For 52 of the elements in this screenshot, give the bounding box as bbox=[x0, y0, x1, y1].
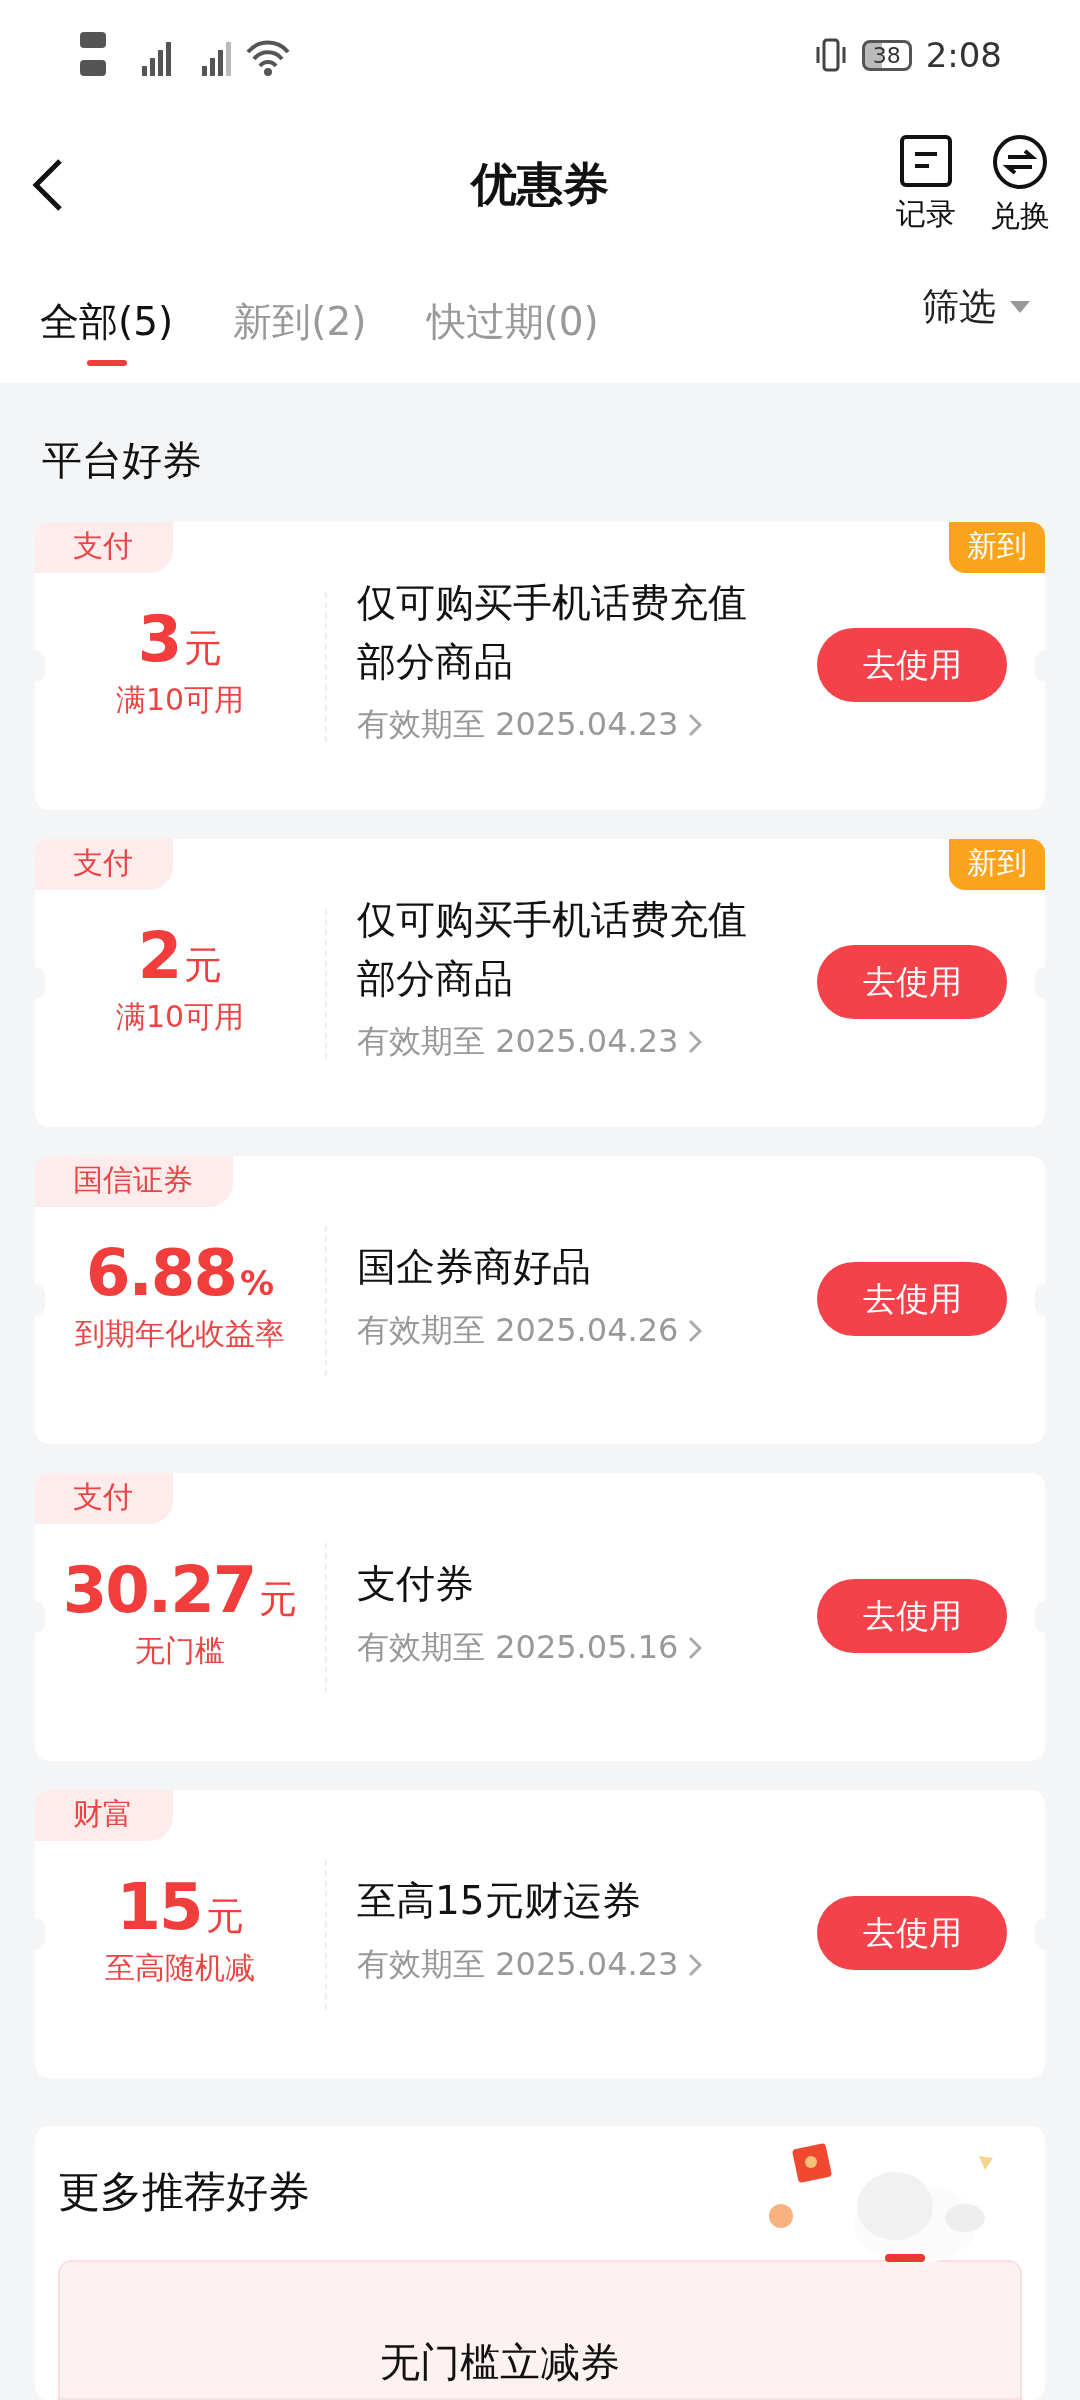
coupon-expiry[interactable]: 有效期至 2025.04.23 bbox=[357, 1942, 817, 1987]
coupon-tag: 支付 bbox=[35, 839, 173, 890]
coupon-condition: 至高随机减 bbox=[105, 1949, 255, 1987]
coupon-title: 支付券 bbox=[357, 1560, 475, 1608]
page-title: 优惠券 bbox=[471, 156, 609, 213]
coupon-condition: 到期年化收益率 bbox=[75, 1315, 285, 1353]
use-button[interactable]: 去使用 bbox=[817, 1579, 1007, 1653]
section-title: 平台好券 bbox=[41, 436, 203, 485]
use-button[interactable]: 去使用 bbox=[817, 1896, 1007, 1970]
coupon-title: 至高15元财运券 bbox=[357, 1877, 642, 1925]
back-icon bbox=[30, 157, 64, 213]
caret-icon bbox=[1010, 300, 1030, 313]
status-time: 2:08 bbox=[925, 35, 1002, 75]
coupon-title: 无门槛立减券 bbox=[380, 2338, 620, 2387]
coupon-expiry[interactable]: 有效期至 2025.04.23 bbox=[357, 703, 817, 747]
coupon-tag: 支付 bbox=[35, 522, 173, 573]
chevron-icon bbox=[688, 1952, 703, 1977]
coupon-amount: 15 元 bbox=[116, 1870, 244, 1944]
new-badge: 新到 bbox=[949, 522, 1045, 573]
coupon-title: 仅可购买手机话费充值部分商品 bbox=[357, 579, 747, 686]
chevron-icon bbox=[688, 713, 703, 737]
coupon-tag: 国信证券 bbox=[35, 1156, 233, 1207]
exchange-icon bbox=[992, 133, 1048, 190]
coupon-condition: 满10可用 bbox=[115, 681, 245, 719]
coupon-expiry[interactable]: 有效期至 2025.04.23 bbox=[357, 1020, 817, 1064]
chevron-icon bbox=[688, 1030, 703, 1054]
coupon-amount: 6.88% bbox=[86, 1236, 274, 1310]
coupon-title: 仅可购买手机话费充值部分商品 bbox=[357, 896, 747, 1003]
chevron-icon bbox=[688, 1635, 703, 1660]
use-button[interactable]: 去使用 bbox=[817, 1262, 1007, 1336]
coupon-tag: 财富 bbox=[35, 1790, 173, 1841]
coupon-title: 国企券商好品 bbox=[357, 1243, 592, 1291]
coupon-condition: 无门槛 bbox=[135, 1632, 225, 1670]
new-badge: 新到 bbox=[949, 839, 1045, 890]
coupon-amount: 30.27 元 bbox=[62, 1553, 298, 1627]
record-icon bbox=[899, 133, 953, 188]
chevron-icon bbox=[688, 1318, 703, 1343]
battery-indicator: 38 bbox=[861, 39, 912, 71]
filter-button[interactable]: 筛选 bbox=[922, 281, 1040, 362]
section-title: 更多推荐好券 bbox=[58, 2166, 310, 2218]
filter-tab[interactable]: 快过期(0) bbox=[426, 281, 599, 362]
use-button[interactable]: 去使用 bbox=[817, 628, 1007, 702]
coupon-amount: 2 元 bbox=[137, 919, 223, 993]
filter-tab[interactable]: 新到(2) bbox=[233, 281, 367, 362]
exchange-button[interactable]: 兑换 bbox=[990, 133, 1050, 237]
use-button[interactable]: 去使用 bbox=[817, 945, 1007, 1019]
coupon-tag: 支付 bbox=[35, 1473, 173, 1524]
coupon-expiry[interactable]: 有效期至 2025.04.26 bbox=[357, 1308, 817, 1353]
coupon-expiry[interactable]: 有效期至 2025.05.16 bbox=[357, 1625, 817, 1670]
coupon-condition: 满10可用 bbox=[115, 998, 245, 1036]
coupon-amount: 3 元 bbox=[137, 602, 223, 676]
record-button[interactable]: 记录 bbox=[896, 133, 956, 237]
